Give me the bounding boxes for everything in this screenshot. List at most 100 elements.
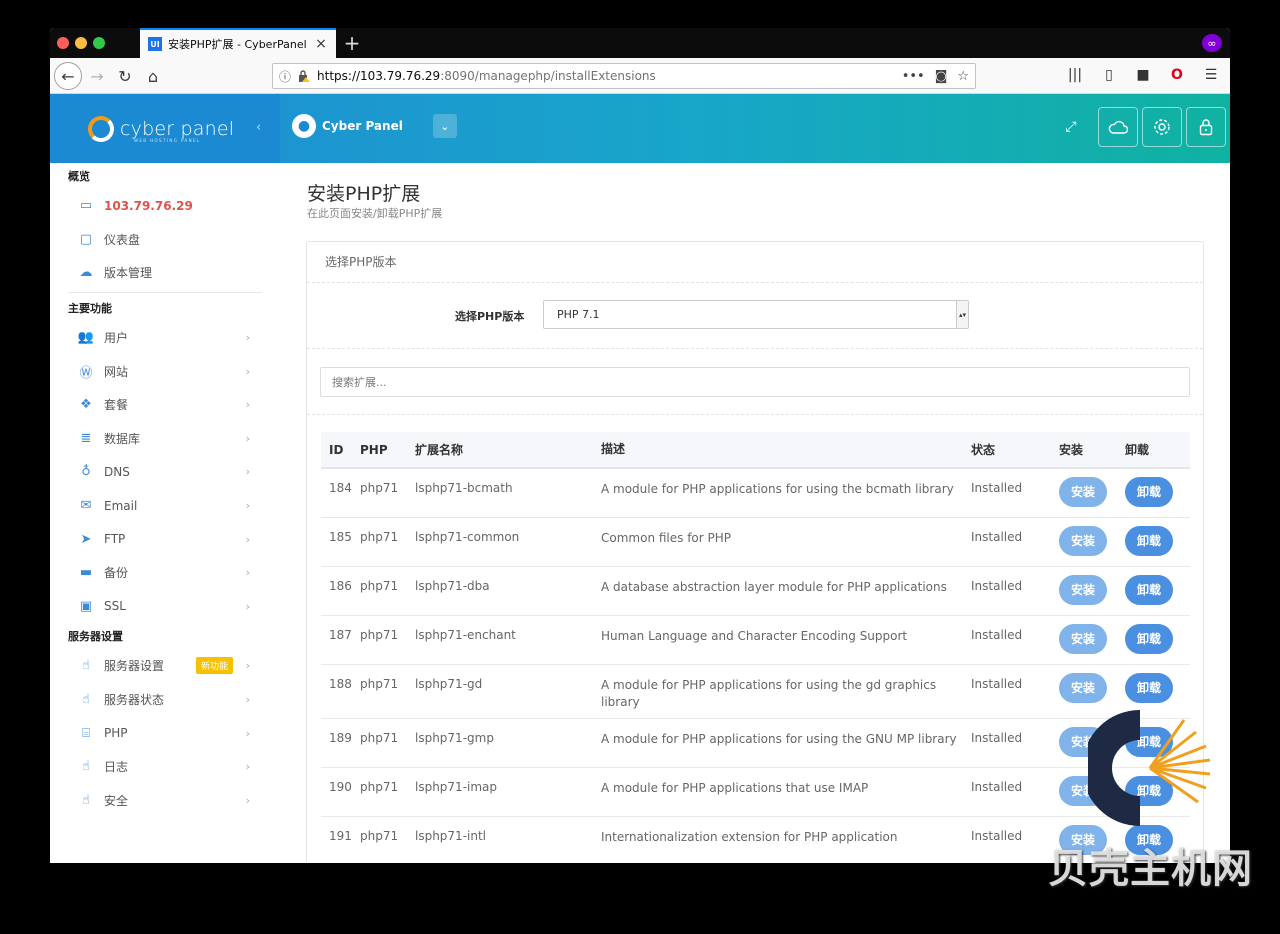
cell-id: 184: [321, 468, 360, 518]
sidebar-item-backup[interactable]: ▬ 备份 ›: [50, 556, 280, 590]
cell-status: Installed: [971, 517, 1059, 567]
laptop-icon: ▭: [79, 198, 93, 214]
tab-title: 安装PHP扩展 - CyberPanel: [168, 38, 307, 51]
extension-icon[interactable]: ■: [1134, 67, 1152, 83]
page-subtitle: 在此页面安装/卸载PHP扩展: [307, 207, 443, 220]
chevron-right-icon: ›: [245, 499, 250, 513]
install-button[interactable]: 安装: [1059, 623, 1107, 654]
close-window-button[interactable]: [57, 37, 69, 49]
pocket-icon[interactable]: ◙: [935, 69, 948, 84]
envelope-icon: ✉: [80, 498, 92, 514]
panel-title: 选择PHP版本: [307, 242, 1203, 283]
folder-icon: ▬: [79, 565, 93, 581]
bookmark-star-icon[interactable]: ☆: [957, 69, 969, 84]
fullscreen-icon[interactable]: ⤢: [1056, 112, 1086, 142]
install-button[interactable]: 安装: [1059, 672, 1107, 703]
sidebar-item-label: 数据库: [104, 431, 141, 446]
sidebar-item-ssl[interactable]: ▣ SSL ›: [50, 590, 280, 624]
app-header: cyber panel WEB HOSTING PANEL ‹ ● Cyber …: [50, 94, 1230, 163]
user-menu[interactable]: ● Cyber Panel ⌄: [292, 114, 457, 138]
uninstall-button[interactable]: 卸载: [1125, 574, 1173, 605]
uninstall-button[interactable]: 卸载: [1125, 477, 1173, 507]
sidebar-item-label: 备份: [104, 566, 129, 581]
page-actions-icon[interactable]: •••: [902, 69, 925, 84]
reload-button[interactable]: ↻: [114, 62, 136, 90]
cell-name: lsphp71-common: [415, 517, 601, 567]
chevron-right-icon: ›: [245, 726, 250, 740]
cloud-button[interactable]: [1098, 107, 1138, 147]
install-button[interactable]: 安装: [1059, 574, 1107, 605]
sidebar-item-label: 服务器设置: [104, 659, 165, 674]
sidebar-collapse-icon[interactable]: ‹: [256, 120, 261, 135]
minimize-window-button[interactable]: [75, 37, 87, 49]
uninstall-button[interactable]: 卸载: [1125, 672, 1173, 703]
cell-status: Installed: [971, 615, 1059, 665]
cell-php: php71: [360, 664, 415, 719]
sidebar-item-dashboard[interactable]: ▢ 仪表盘: [50, 223, 280, 257]
user-dropdown-button[interactable]: ⌄: [432, 114, 457, 138]
site-info-icon[interactable]: ⓘ: [279, 68, 291, 85]
settings-button[interactable]: [1142, 107, 1182, 147]
cell-id: 189: [321, 718, 360, 768]
logo-text: cyber panel: [120, 117, 235, 140]
search-extensions-input[interactable]: [320, 367, 1190, 397]
sidebar-item-label: 103.79.76.29: [104, 198, 193, 213]
private-browsing-icon: ∞: [1202, 34, 1222, 52]
page-title: 安装PHP扩展: [307, 183, 421, 205]
logo-subtitle: WEB HOSTING PANEL: [134, 138, 201, 143]
lock-button[interactable]: [1186, 107, 1226, 147]
cell-name: lsphp71-bcmath: [415, 468, 601, 518]
install-button[interactable]: 安装: [1059, 477, 1107, 507]
sidebar-item-security[interactable]: ☝ 安全 ›: [50, 784, 280, 818]
library-icon[interactable]: |||: [1066, 67, 1084, 83]
forward-button[interactable]: →: [86, 62, 108, 90]
sidebar-item-logs[interactable]: ☝ 日志 ›: [50, 750, 280, 784]
sidebar-item-php[interactable]: ⌸ PHP ›: [50, 716, 280, 750]
sidebar-item-label: 仪表盘: [104, 232, 141, 247]
sidebar-item-dns[interactable]: ♁ DNS ›: [50, 455, 280, 489]
maximize-window-button[interactable]: [93, 37, 105, 49]
sidebar-item-version-management[interactable]: ☁ 版本管理: [50, 256, 280, 290]
sidebar-toggle-icon[interactable]: ▯: [1100, 67, 1118, 83]
tab-close-icon[interactable]: ×: [314, 36, 328, 52]
uninstall-button[interactable]: 卸载: [1125, 525, 1173, 556]
home-button[interactable]: ⌂: [142, 62, 164, 90]
cubes-icon: ❖: [80, 397, 92, 413]
logo-area: cyber panel WEB HOSTING PANEL ‹: [50, 94, 280, 163]
new-tab-button[interactable]: +: [342, 31, 362, 55]
hand-pointer-icon: ☝: [82, 692, 90, 708]
cell-id: 185: [321, 517, 360, 567]
opera-extension-icon[interactable]: O: [1168, 67, 1186, 83]
sidebar-item-server-settings[interactable]: ☝ 服务器设置 新功能 ›: [50, 649, 280, 683]
uninstall-button[interactable]: 卸载: [1125, 623, 1173, 654]
cell-name: lsphp71-gmp: [415, 718, 601, 768]
paper-plane-icon: ➤: [80, 531, 92, 547]
php-version-select[interactable]: PHP 7.1 ▴▾: [543, 300, 969, 329]
sidebar-item-databases[interactable]: ≣ 数据库 ›: [50, 422, 280, 456]
sidebar-item-server-ip[interactable]: ▭ 103.79.76.29: [50, 189, 280, 223]
sidebar-item-email[interactable]: ✉ Email ›: [50, 489, 280, 523]
chevron-right-icon: ›: [245, 398, 250, 412]
install-button[interactable]: 安装: [1059, 525, 1107, 556]
col-uninstall: 卸载: [1125, 432, 1190, 469]
col-desc: 描述: [601, 432, 971, 469]
database-icon: ≣: [80, 430, 92, 446]
sidebar-item-packages[interactable]: ❖ 套餐 ›: [50, 388, 280, 422]
insecure-lock-icon: [299, 70, 311, 82]
sidebar-item-websites[interactable]: Ⓦ 网站 ›: [50, 354, 280, 388]
url-bar[interactable]: ⓘ https://103.79.76.29:8090/managephp/in…: [272, 63, 976, 89]
sidebar-item-ftp[interactable]: ➤ FTP ›: [50, 522, 280, 556]
back-button[interactable]: ←: [54, 62, 82, 90]
browser-window: UI 安装PHP扩展 - CyberPanel × + ∞ ← → ↻ ⌂ ⓘ …: [50, 28, 1230, 863]
sidebar-item-server-status[interactable]: ☝ 服务器状态 ›: [50, 683, 280, 717]
table-row: 190 php71 lsphp71-imap A module for PHP …: [321, 767, 1190, 817]
sidebar-item-users[interactable]: 👥 用户 ›: [50, 321, 280, 355]
cell-desc: A module for PHP applications for using …: [601, 718, 971, 768]
cell-desc: A module for PHP applications that use I…: [601, 767, 971, 817]
hamburger-menu-icon[interactable]: ☰: [1202, 67, 1220, 83]
browser-tab[interactable]: UI 安装PHP扩展 - CyberPanel ×: [140, 28, 336, 58]
chevron-right-icon: ›: [245, 760, 250, 774]
gear-icon: [1154, 119, 1170, 135]
table-row: 186 php71 lsphp71-dba A database abstrac…: [321, 566, 1190, 616]
sidebar-item-label: DNS: [104, 464, 130, 479]
